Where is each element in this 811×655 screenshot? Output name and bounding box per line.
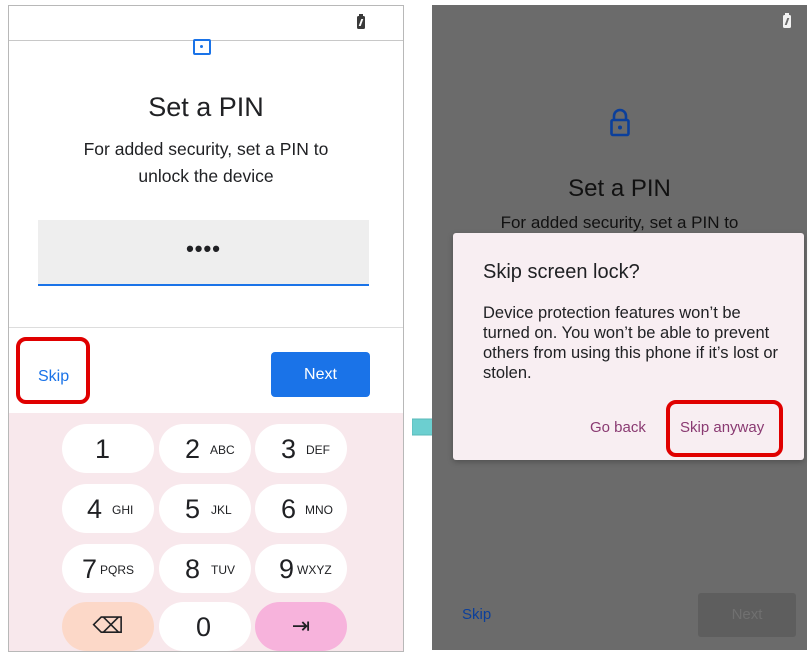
key-digit: 8 bbox=[185, 554, 201, 584]
key-letters: MNO bbox=[305, 503, 333, 517]
key-letters: ABC bbox=[210, 443, 235, 457]
skip-screen-lock-dialog: Skip screen lock? Device protection feat… bbox=[453, 233, 804, 460]
key-digit: 3 bbox=[281, 434, 297, 464]
skip-button[interactable]: Skip bbox=[462, 606, 491, 623]
key-3[interactable]: 3 DEF bbox=[255, 424, 347, 473]
key-8[interactable]: 8 TUV bbox=[159, 544, 251, 593]
enter-key[interactable]: ⇥ bbox=[255, 602, 347, 651]
key-4[interactable]: 4 GHI bbox=[62, 484, 154, 533]
backspace-icon: ⌫ bbox=[92, 613, 124, 638]
backspace-key[interactable]: ⌫ bbox=[62, 602, 154, 651]
key-digit: 0 bbox=[196, 612, 212, 642]
page-title: Set a PIN bbox=[148, 92, 264, 122]
key-letters: DEF bbox=[306, 443, 330, 457]
key-digit: 2 bbox=[185, 434, 201, 464]
key-digit: 4 bbox=[87, 494, 103, 524]
key-6[interactable]: 6 MNO bbox=[255, 484, 347, 533]
numeric-keypad: 1 2 ABC 3 DEF 4 GHI 5 JKL 6 MNO 7 PQRS 8… bbox=[9, 413, 403, 651]
divider bbox=[9, 327, 403, 328]
key-7[interactable]: 7 PQRS bbox=[62, 544, 154, 593]
page-description: For added security, set a PIN to bbox=[500, 213, 739, 232]
calendar-icon bbox=[193, 39, 211, 55]
key-digit: 7 bbox=[82, 554, 98, 584]
go-back-button[interactable]: Go back bbox=[590, 419, 646, 436]
next-button[interactable]: Next bbox=[271, 352, 370, 397]
dialog-body: Device protection features won’t be turn… bbox=[483, 304, 779, 382]
key-5[interactable]: 5 JKL bbox=[159, 484, 251, 533]
key-digit: 9 bbox=[279, 554, 295, 584]
key-9[interactable]: 9 WXYZ bbox=[255, 544, 347, 593]
enter-icon: ⇥ bbox=[291, 613, 311, 638]
skip-highlight-box bbox=[16, 337, 90, 404]
left-phone-screen: Set a PIN For added security, set a PIN … bbox=[8, 5, 404, 652]
dialog-title: Skip screen lock? bbox=[483, 261, 640, 283]
pin-value: •••• bbox=[186, 236, 221, 261]
key-letters: JKL bbox=[211, 503, 232, 517]
key-0[interactable]: 0 bbox=[159, 602, 251, 651]
key-letters: GHI bbox=[112, 503, 134, 517]
page-title: Set a PIN bbox=[568, 175, 671, 202]
key-1[interactable]: 1 bbox=[62, 424, 154, 473]
key-digit: 6 bbox=[281, 494, 297, 524]
next-button[interactable]: Next bbox=[698, 593, 796, 637]
lock-icon bbox=[610, 108, 630, 137]
skip-anyway-highlight-box bbox=[666, 400, 783, 457]
key-letters: WXYZ bbox=[297, 563, 332, 577]
key-digit: 1 bbox=[95, 434, 111, 464]
page-description: For added security, set a PIN to unlock … bbox=[83, 139, 329, 186]
battery-icon bbox=[783, 13, 791, 28]
pin-input[interactable]: •••• bbox=[38, 220, 369, 286]
key-letters: PQRS bbox=[100, 563, 135, 577]
status-bar bbox=[9, 6, 403, 41]
battery-icon bbox=[357, 14, 365, 29]
key-digit: 5 bbox=[185, 494, 201, 524]
key-2[interactable]: 2 ABC bbox=[159, 424, 251, 473]
key-letters: TUV bbox=[211, 563, 235, 577]
